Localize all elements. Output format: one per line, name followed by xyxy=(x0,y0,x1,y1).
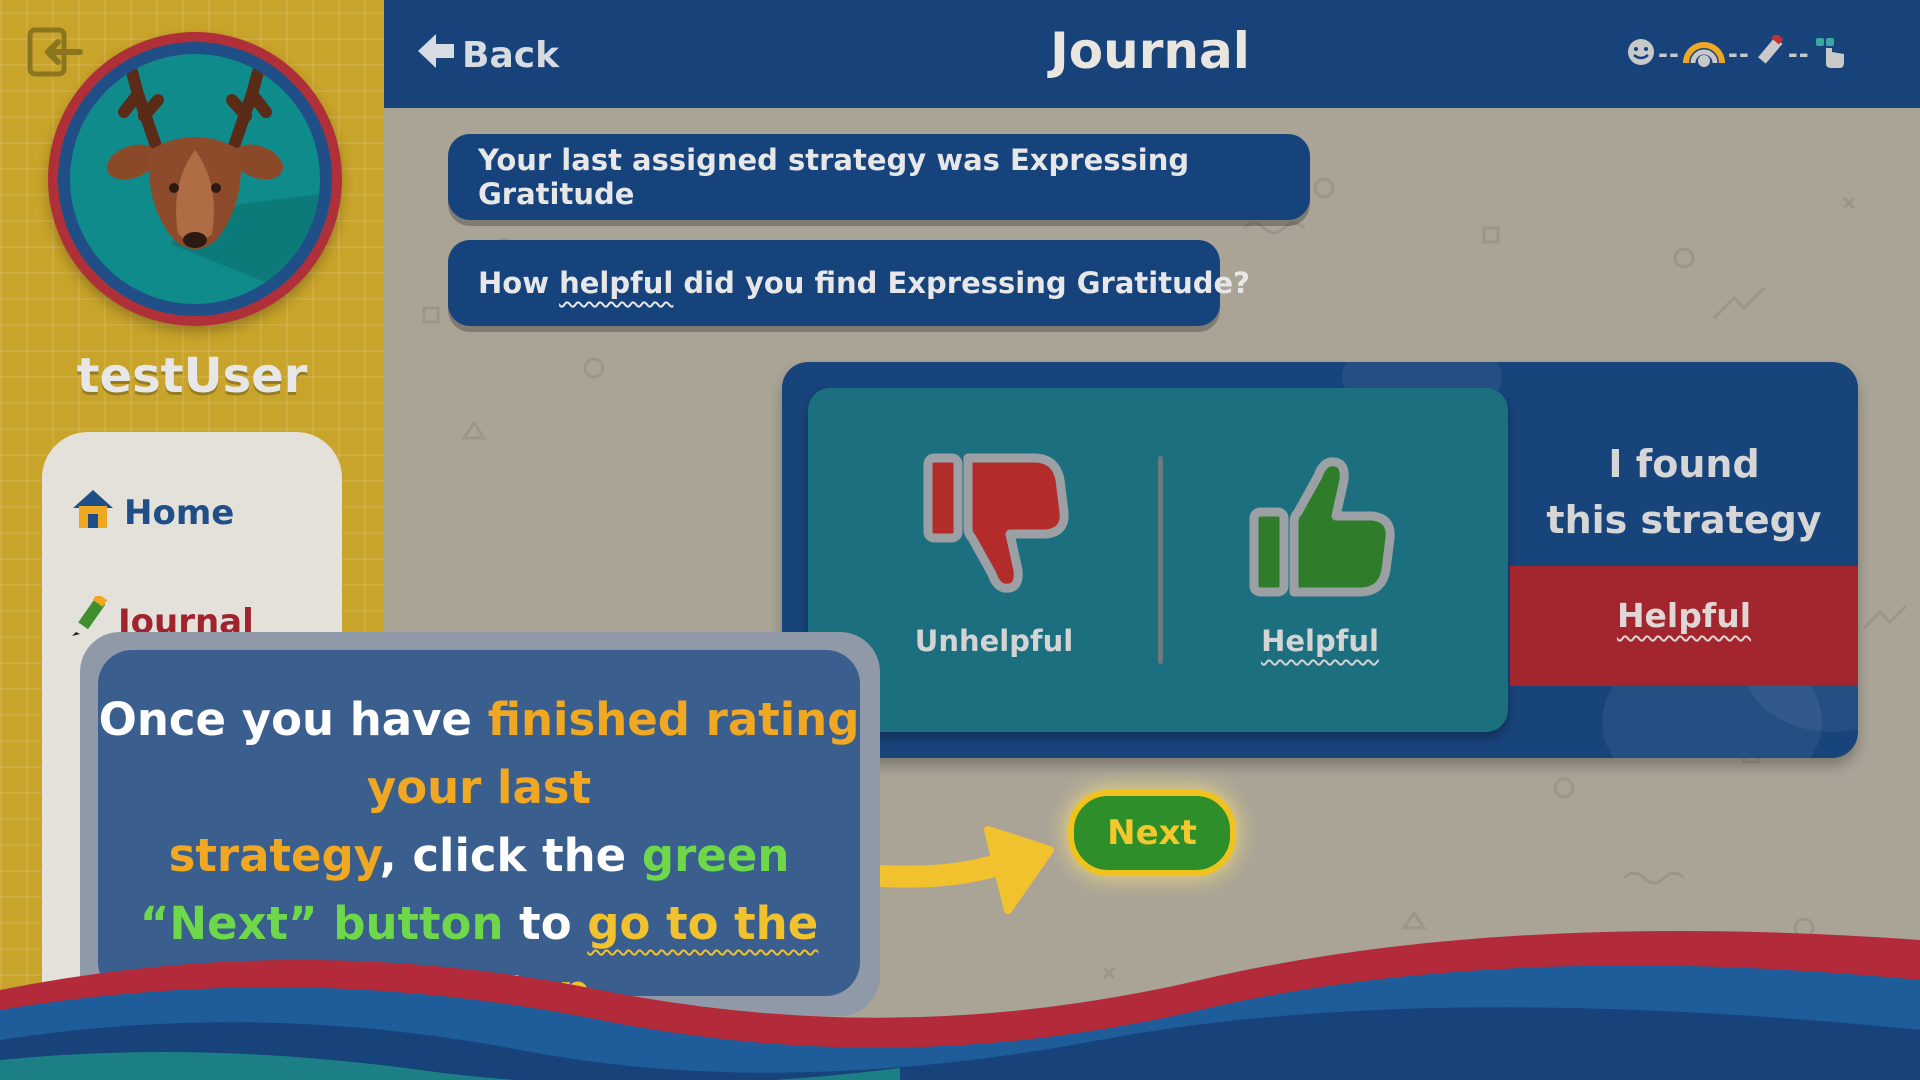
tutorial-text-part: , click the xyxy=(379,829,642,882)
sidebar-item-home[interactable]: Home xyxy=(70,486,234,539)
found-strategy-label: I found this strategy xyxy=(1510,436,1858,548)
question-message: How helpful did you find Expressing Grat… xyxy=(448,240,1250,326)
helpful-label: Helpful xyxy=(1261,624,1379,658)
avatar[interactable] xyxy=(48,32,342,326)
back-label: Back xyxy=(462,34,560,76)
strategy-message-text: Your last assigned strategy was Expressi… xyxy=(478,143,1190,211)
pencil-icon xyxy=(1752,32,1786,73)
unhelpful-button[interactable]: Unhelpful xyxy=(884,450,1104,658)
username: testUser xyxy=(76,348,308,404)
divider xyxy=(1158,456,1163,664)
decorative-waves xyxy=(0,920,1920,1080)
deer-avatar-icon xyxy=(70,54,320,304)
question-suffix: did you find Expressing Gratitude? xyxy=(673,266,1250,300)
tutorial-text-part: Once you have xyxy=(98,693,488,746)
helpful-button[interactable]: Helpful xyxy=(1210,450,1430,658)
step-connector: -- xyxy=(1787,40,1810,68)
selected-rating-value: Helpful xyxy=(1616,596,1752,635)
hand-pointer-icon xyxy=(1812,34,1846,74)
found-line-2: this strategy xyxy=(1546,498,1822,542)
step-connector: -- xyxy=(1658,40,1680,68)
found-line-1: I found xyxy=(1608,442,1760,486)
sidebar-item-label: Home xyxy=(124,492,235,533)
helpful-keyword: helpful xyxy=(559,266,674,300)
unhelpful-label: Unhelpful xyxy=(914,624,1074,658)
arrow-left-icon xyxy=(416,32,456,79)
page-title: Journal xyxy=(1050,22,1250,80)
question-prefix: How xyxy=(478,266,560,300)
strategy-message: Your last assigned strategy was Expressi… xyxy=(448,134,1310,220)
progress-steps: -- -- -- xyxy=(1626,32,1846,76)
rainbow-icon xyxy=(1682,35,1726,73)
smiley-icon xyxy=(1626,37,1656,71)
thumbs-down-icon xyxy=(914,453,1074,604)
house-icon xyxy=(70,486,116,539)
thumbs-up-icon xyxy=(1240,457,1400,604)
step-connector: -- xyxy=(1727,40,1750,68)
next-button[interactable]: Next xyxy=(1068,790,1236,876)
exit-icon[interactable] xyxy=(26,26,84,78)
back-button[interactable]: Back xyxy=(416,30,559,80)
